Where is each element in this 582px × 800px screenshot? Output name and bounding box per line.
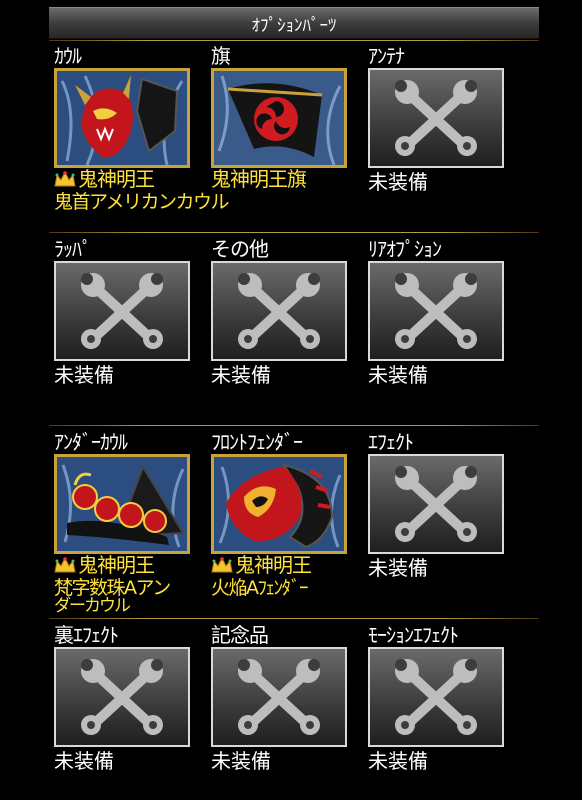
- slot-motion-effect[interactable]: ﾓｰｼｮﾝｴﾌｪｸﾄ 未装備: [368, 624, 513, 773]
- empty-slot-frame[interactable]: [368, 261, 504, 361]
- divider: [49, 618, 539, 619]
- slot-back-effect[interactable]: 裏ｴﾌｪｸﾄ 未装備: [54, 624, 199, 773]
- divider: [49, 232, 539, 233]
- empty-slot-frame[interactable]: [211, 647, 347, 747]
- crown-icon: [54, 170, 76, 187]
- unequipped-label: 未装備: [211, 363, 271, 387]
- item-subname-overflow: ダーカウル: [54, 596, 131, 616]
- slot-cowl[interactable]: ｶｳﾙ 鬼神明王 鬼首アメリカンカウル: [54, 44, 230, 213]
- item-image-bead-undercowl[interactable]: [54, 454, 190, 554]
- item-subname: 鬼首アメリカンカウル: [54, 191, 230, 213]
- unequipped-label: 未装備: [368, 363, 428, 387]
- options-parts-header: ｵﾌﾟｼｮﾝﾊﾟｰﾂ: [49, 7, 539, 39]
- wrench-cross-icon: [81, 659, 163, 735]
- slot-title: 記念品: [211, 623, 269, 647]
- slot-title: ｴﾌｪｸﾄ: [368, 430, 414, 454]
- unequipped-label: 未装備: [368, 749, 428, 773]
- header-title: ｵﾌﾟｼｮﾝﾊﾟｰﾂ: [251, 15, 337, 36]
- slot-front-fender[interactable]: ﾌﾛﾝﾄﾌｪﾝﾀﾞｰ 鬼神明王 火焔Aﾌｪﾝﾀﾞｰ: [211, 431, 356, 599]
- item-image-tomoe-flag[interactable]: [211, 68, 347, 168]
- slot-title: その他: [211, 237, 269, 261]
- divider: [49, 40, 539, 41]
- unequipped-label: 未装備: [54, 363, 114, 387]
- item-subname: 火焔Aﾌｪﾝﾀﾞｰ: [211, 577, 309, 599]
- item-name: 鬼神明王: [54, 554, 199, 577]
- wrench-cross-icon: [238, 659, 320, 735]
- slot-memento[interactable]: 記念品 未装備: [211, 624, 356, 773]
- empty-slot-frame[interactable]: [54, 647, 190, 747]
- unequipped-label: 未装備: [211, 749, 271, 773]
- wrench-cross-icon: [395, 273, 477, 349]
- slot-title: ﾗｯﾊﾟ: [54, 237, 92, 261]
- slot-title: ﾓｰｼｮﾝｴﾌｪｸﾄ: [368, 623, 459, 647]
- empty-slot-frame[interactable]: [211, 261, 347, 361]
- slot-title: 裏ｴﾌｪｸﾄ: [54, 623, 119, 647]
- item-image-demon-cowl[interactable]: [54, 68, 190, 168]
- slot-title: ﾌﾛﾝﾄﾌｪﾝﾀﾞｰ: [211, 430, 303, 454]
- empty-slot-frame[interactable]: [54, 261, 190, 361]
- slot-other[interactable]: その他 未装備: [211, 238, 356, 387]
- slot-title: ｱﾝﾀﾞｰｶｳﾙ: [54, 430, 128, 454]
- slot-title: 旗: [211, 44, 231, 68]
- empty-slot-frame[interactable]: [368, 647, 504, 747]
- slot-rear-option[interactable]: ﾘｱｵﾌﾟｼｮﾝ 未装備: [368, 238, 513, 387]
- divider: [49, 425, 539, 426]
- item-name: 鬼神明王旗: [211, 167, 307, 191]
- empty-slot-frame[interactable]: [368, 454, 504, 554]
- slot-under-cowl[interactable]: ｱﾝﾀﾞｰｶｳﾙ 鬼神明王 梵字数珠Aアン ダーカウル: [54, 430, 199, 616]
- wrench-cross-icon: [238, 273, 320, 349]
- wrench-cross-icon: [395, 659, 477, 735]
- unequipped-label: 未装備: [54, 749, 114, 773]
- slot-flag[interactable]: 旗 鬼神明王旗: [211, 45, 356, 191]
- item-image-flame-fender[interactable]: [211, 454, 347, 554]
- unequipped-label: 未装備: [368, 556, 428, 580]
- crown-icon: [211, 556, 233, 573]
- slot-effect[interactable]: ｴﾌｪｸﾄ 未装備: [368, 431, 513, 580]
- crown-icon: [54, 556, 76, 573]
- unequipped-label: 未装備: [368, 170, 428, 194]
- slot-antenna[interactable]: ｱﾝﾃﾅ 未装備: [368, 45, 513, 194]
- slot-horn[interactable]: ﾗｯﾊﾟ 未装備: [54, 238, 199, 387]
- slot-title: ﾘｱｵﾌﾟｼｮﾝ: [368, 237, 442, 261]
- slot-title: ｶｳﾙ: [54, 44, 82, 68]
- wrench-cross-icon: [395, 80, 477, 156]
- item-name: 鬼神明王: [54, 168, 199, 191]
- wrench-cross-icon: [395, 466, 477, 542]
- empty-slot-frame[interactable]: [368, 68, 504, 168]
- item-name: 鬼神明王: [211, 554, 356, 577]
- slot-title: ｱﾝﾃﾅ: [368, 44, 405, 68]
- wrench-cross-icon: [81, 273, 163, 349]
